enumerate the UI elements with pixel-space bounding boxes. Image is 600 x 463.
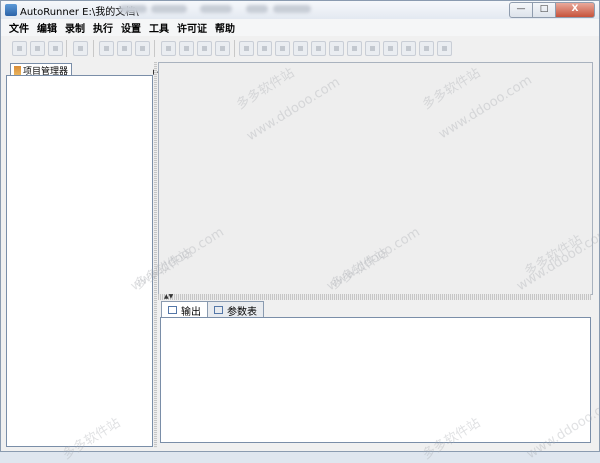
menu-file[interactable]: 文件 xyxy=(5,20,33,35)
menu-bar: 文件 编辑 录制 执行 设置 工具 许可证 帮助 xyxy=(1,19,599,36)
tab-parameter-table-label: 参数表 xyxy=(227,306,257,318)
blurred-path-part xyxy=(200,5,232,13)
title-bar[interactable]: AutoRunner E:\我的文档\ — □ X xyxy=(1,1,599,19)
toolbar-separator xyxy=(154,40,155,57)
toolbar-separator xyxy=(66,40,67,57)
toolbar xyxy=(1,38,599,60)
tab-output[interactable]: 输出 xyxy=(161,301,208,318)
vertical-splitter[interactable] xyxy=(154,62,157,448)
open-file-icon[interactable] xyxy=(30,41,45,56)
stop-icon[interactable] xyxy=(135,41,150,56)
table-icon xyxy=(214,306,223,314)
blurred-path-part xyxy=(246,5,268,13)
close-button[interactable]: X xyxy=(556,2,595,18)
replace-icon[interactable] xyxy=(275,41,290,56)
edit-pen-icon[interactable] xyxy=(197,41,212,56)
tab-output-label: 输出 xyxy=(181,306,201,318)
tab-parameter-table[interactable]: 参数表 xyxy=(207,301,264,318)
splitter-arrows-icon[interactable]: ▲▼ xyxy=(164,293,173,300)
project-manager-panel: 项目管理器 xyxy=(6,63,153,447)
outdent-icon[interactable] xyxy=(311,41,326,56)
app-window: AutoRunner E:\我的文档\ — □ X 文件 编辑 录制 执行 设置… xyxy=(0,0,600,452)
uncomment-icon[interactable] xyxy=(401,41,416,56)
output-tabs: 输出 参数表 xyxy=(161,301,264,318)
editor-area[interactable] xyxy=(158,62,593,295)
project-tree-icon xyxy=(14,65,21,75)
toolbar-separator xyxy=(234,40,235,57)
menu-license[interactable]: 许可证 xyxy=(173,20,211,35)
menu-tools[interactable]: 工具 xyxy=(145,20,173,35)
blurred-path-part xyxy=(151,5,187,13)
menu-help[interactable]: 帮助 xyxy=(211,20,239,35)
align-left-icon[interactable] xyxy=(329,41,344,56)
output-icon xyxy=(168,306,177,314)
font-increase-icon[interactable] xyxy=(239,41,254,56)
redo-icon[interactable] xyxy=(179,41,194,56)
edit-tool-icon[interactable] xyxy=(215,41,230,56)
maximize-button[interactable]: □ xyxy=(533,2,556,18)
output-content[interactable] xyxy=(160,317,591,443)
bookmark-next-icon[interactable] xyxy=(437,41,452,56)
comment-icon[interactable] xyxy=(383,41,398,56)
find-icon[interactable] xyxy=(257,41,272,56)
project-tree[interactable] xyxy=(6,75,153,447)
blurred-path-part xyxy=(119,5,147,13)
undo-icon[interactable] xyxy=(161,41,176,56)
save-icon[interactable] xyxy=(48,41,63,56)
indent-icon[interactable] xyxy=(293,41,308,56)
blurred-path-part xyxy=(273,5,311,13)
pause-icon[interactable] xyxy=(117,41,132,56)
minimize-button[interactable]: — xyxy=(509,2,533,18)
align-right-icon[interactable] xyxy=(365,41,380,56)
print-icon[interactable] xyxy=(73,41,88,56)
horizontal-splitter[interactable] xyxy=(158,294,591,300)
new-file-icon[interactable] xyxy=(12,41,27,56)
align-center-icon[interactable] xyxy=(347,41,362,56)
menu-edit[interactable]: 编辑 xyxy=(33,20,61,35)
menu-run[interactable]: 执行 xyxy=(89,20,117,35)
bookmark-icon[interactable] xyxy=(419,41,434,56)
app-icon xyxy=(5,4,17,16)
menu-settings[interactable]: 设置 xyxy=(117,20,145,35)
window-controls: — □ X xyxy=(509,2,595,18)
menu-record[interactable]: 录制 xyxy=(61,20,89,35)
record-icon[interactable] xyxy=(99,41,114,56)
toolbar-separator xyxy=(93,40,94,57)
